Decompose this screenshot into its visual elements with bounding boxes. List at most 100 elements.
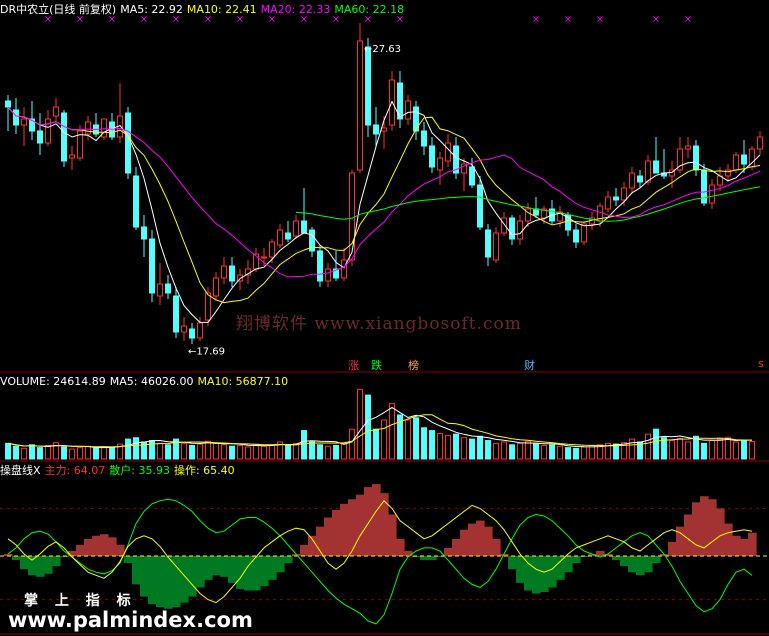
candle-body: [317, 250, 323, 282]
volume-bar: [85, 445, 91, 460]
candle-body: [493, 232, 499, 261]
volume-bar: [477, 435, 483, 460]
candle-body: [573, 229, 579, 243]
candle-body: [365, 46, 371, 126]
indicator-main: 主力: 64.07: [44, 464, 106, 477]
main-force-area: [252, 556, 261, 591]
volume-bar: [229, 445, 235, 460]
main-force-area: [396, 538, 405, 556]
candle-body: [437, 157, 443, 171]
volume-bar: [197, 443, 203, 460]
candle-body: [285, 232, 291, 240]
candle-body: [229, 265, 235, 282]
main-force-area: [388, 514, 397, 556]
volume-bar: [629, 438, 635, 460]
indicator-name: 操盘线X: [0, 464, 41, 477]
main-force-area: [692, 502, 701, 556]
watermark-xiangbo: 翔博软件 www.xiangbosoft.com: [236, 314, 522, 334]
main-force-area: [364, 487, 373, 556]
volume-bar: [205, 440, 211, 460]
main-force-area: [620, 556, 629, 567]
candle-body: [37, 130, 43, 144]
volume-bar: [341, 442, 347, 460]
main-force-area: [140, 556, 149, 597]
main-force-area: [244, 556, 253, 591]
ma10-value: MA10: 22.41: [186, 3, 257, 16]
volume-bar: [589, 445, 595, 460]
volume-bar: [653, 428, 659, 460]
main-force-area: [564, 556, 573, 573]
tag-s[interactable]: s: [758, 357, 764, 370]
volume-bar: [261, 445, 267, 460]
volume-bar: [469, 438, 475, 460]
event-marker: ×: [652, 14, 660, 25]
main-force-area: [516, 556, 525, 583]
tag-zhang[interactable]: 涨: [348, 357, 359, 373]
candle-body: [509, 217, 515, 240]
stock-title: DR中农立(日线 前复权): [0, 3, 117, 16]
main-force-area: [44, 556, 53, 574]
main-force-area: [260, 556, 269, 586]
volume-bar: [213, 442, 219, 460]
main-force-area: [652, 556, 661, 564]
volume-bar: [381, 419, 387, 460]
main-force-area: [212, 556, 221, 576]
main-force-area: [76, 544, 85, 556]
volume-bar: [685, 441, 691, 460]
candle-body: [693, 145, 699, 171]
volume-bar: [61, 446, 67, 460]
volume-bar: [717, 438, 723, 460]
volume-bar: [309, 441, 315, 460]
candle-body: [357, 40, 363, 171]
candle-body: [53, 106, 59, 117]
main-force-area: [100, 534, 109, 556]
main-force-area: [724, 523, 733, 556]
volume-bar: [357, 388, 363, 460]
candle-body: [645, 160, 651, 183]
volume-bar: [437, 432, 443, 460]
candle-body: [85, 121, 91, 135]
main-force-area: [404, 550, 413, 556]
main-force-area: [148, 556, 157, 605]
volume-bar: [725, 437, 731, 460]
candle-body: [349, 172, 355, 261]
candle-body: [221, 265, 227, 279]
volume-bar: [237, 445, 243, 460]
candle-body: [741, 154, 747, 165]
volume-bar: [293, 442, 299, 460]
main-force-area: [428, 556, 437, 561]
price-panel-header: DR中农立(日线 前复权) MA5: 22.92 MA10: 22.41 MA20: …: [0, 3, 408, 16]
volume-bar: [613, 443, 619, 460]
candle-body: [581, 223, 587, 243]
main-force-area: [540, 556, 549, 592]
watermark-brand: 掌 上 指 标: [24, 593, 137, 609]
volume-bar: [541, 445, 547, 460]
candle-body: [301, 220, 307, 234]
volume-bar: [189, 445, 195, 460]
volume-bar: [565, 447, 571, 460]
volume-bar: [29, 444, 35, 460]
main-force-area: [668, 541, 677, 556]
main-force-area: [156, 556, 165, 608]
volume-bar: [709, 440, 715, 460]
candle-body: [69, 154, 75, 159]
candle-body: [485, 229, 491, 258]
tag-bang[interactable]: 榜: [408, 357, 419, 373]
main-force-area: [484, 526, 493, 556]
volume-bar: [69, 448, 75, 460]
main-force-area: [524, 556, 533, 591]
main-force-area: [372, 484, 381, 556]
candle-body: [133, 175, 139, 228]
candle-body: [21, 118, 27, 126]
candle-body: [405, 100, 411, 120]
volume-bar: [453, 433, 459, 460]
volume-bar: [749, 441, 755, 460]
main-force-area: [572, 556, 581, 564]
volume-bar: [301, 430, 307, 460]
candle-body: [421, 130, 427, 147]
volume-bar: [245, 446, 251, 460]
tag-die[interactable]: 跌: [371, 357, 382, 373]
main-force-area: [684, 514, 693, 556]
tag-cai[interactable]: 财: [524, 357, 535, 373]
candle-body: [5, 100, 11, 108]
